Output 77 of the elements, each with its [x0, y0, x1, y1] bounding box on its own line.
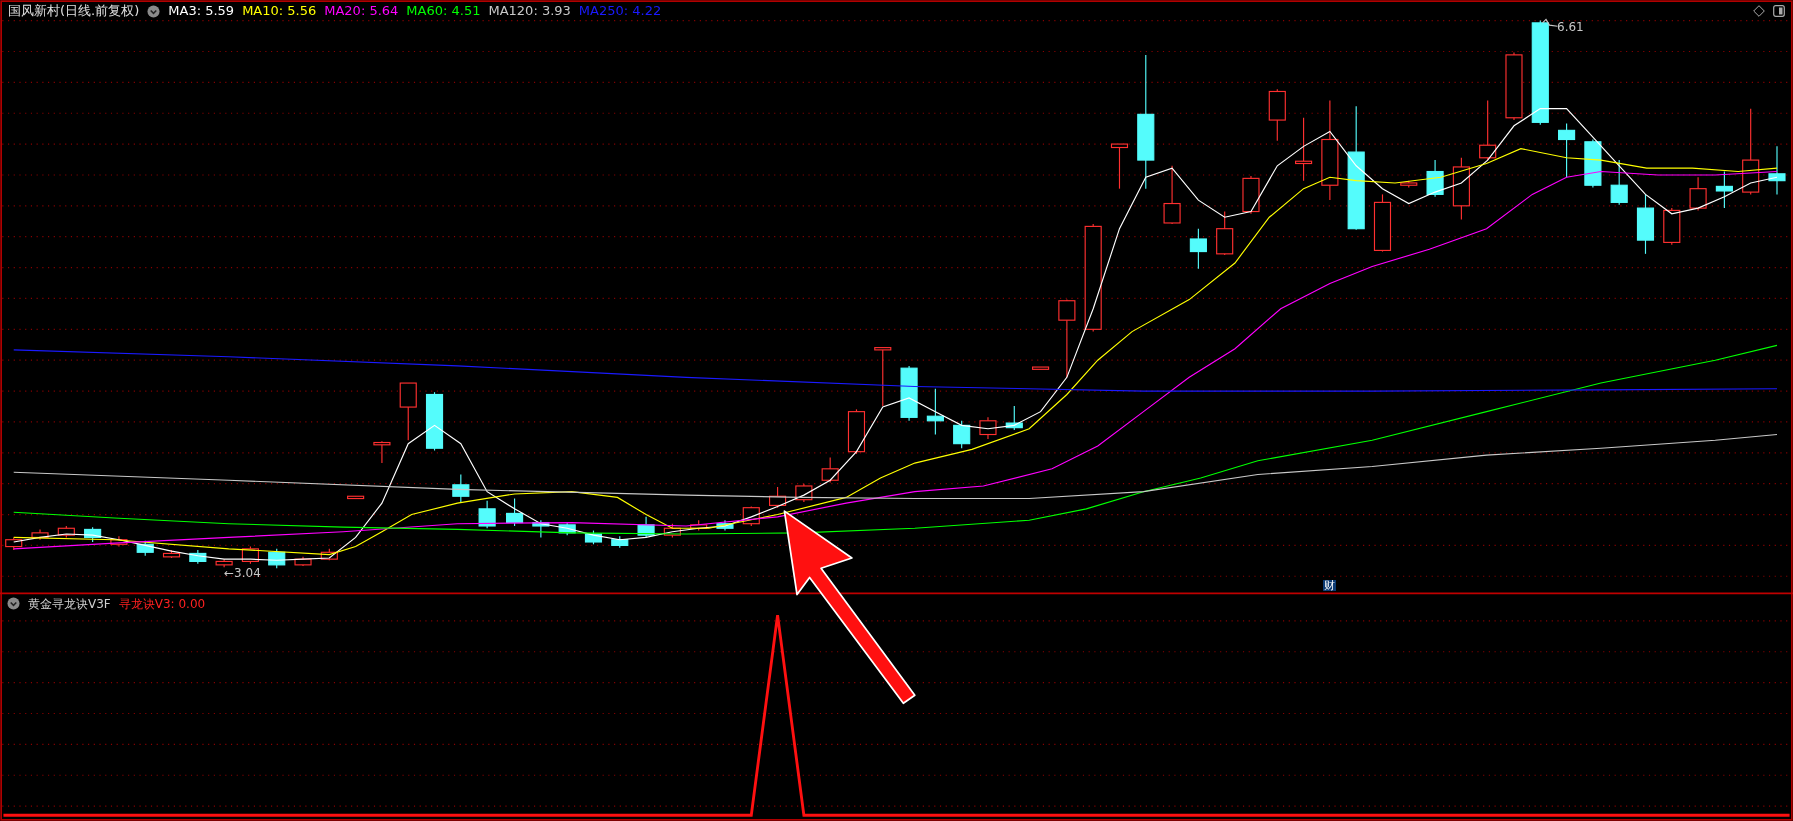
- candlestick: [1558, 122, 1576, 178]
- candlestick: [558, 522, 576, 536]
- candlestick: [84, 526, 102, 543]
- candlestick: [1689, 176, 1707, 211]
- candlestick: [162, 549, 181, 559]
- candlestick: [847, 408, 866, 455]
- candlestick: [926, 388, 944, 436]
- candlestick: [478, 500, 496, 529]
- candlestick: [399, 382, 417, 441]
- candlestick: [241, 546, 259, 565]
- candlestick: [294, 556, 312, 567]
- candlestick: [1452, 157, 1470, 221]
- candlestick: [452, 473, 470, 504]
- chart-title: 国风新村(日线.前复权): [8, 2, 140, 21]
- candlestick: [31, 528, 49, 541]
- candlestick: [506, 498, 524, 527]
- candlestick: [5, 536, 23, 551]
- candlestick: [1400, 180, 1418, 189]
- candlestick: [1242, 175, 1260, 215]
- indicator-value: MA3: 5.59: [168, 2, 235, 21]
- candlestick: [1610, 159, 1628, 206]
- candlestick: [795, 483, 813, 503]
- candlestick: [1426, 159, 1444, 198]
- price-label: ←3.04: [224, 567, 261, 579]
- candlestick: [637, 516, 655, 538]
- candlestick: [1636, 193, 1655, 255]
- candlestick: [584, 530, 603, 545]
- candlestick: [1216, 210, 1234, 256]
- candlestick: [1110, 143, 1129, 190]
- candlestick: [320, 548, 338, 561]
- candlestick: [979, 416, 997, 440]
- dropdown-icon[interactable]: [7, 597, 20, 610]
- indicator-value: MA20: 5.64: [324, 2, 399, 21]
- candlestick: [1268, 88, 1286, 142]
- candlestick: [690, 519, 708, 532]
- candlestick: [136, 540, 154, 557]
- candlestick: [215, 558, 233, 568]
- panel-toggle-icon[interactable]: [1773, 5, 1785, 17]
- candlestick: [347, 495, 365, 500]
- candlestick: [663, 523, 681, 538]
- candlestick: [1663, 207, 1681, 246]
- indicator-value: 寻龙诀V3: 0.00: [118, 597, 206, 610]
- candlestick: [532, 519, 550, 538]
- dropdown-icon[interactable]: [147, 4, 161, 18]
- candlestick: [1005, 405, 1023, 431]
- diamond-icon[interactable]: [1753, 5, 1765, 17]
- candlestick: [1032, 366, 1050, 370]
- candlestick: [189, 549, 207, 565]
- candlestick: [900, 365, 918, 422]
- candlestick: [268, 548, 286, 569]
- indicator-value: MA120: 3.93: [488, 2, 571, 21]
- price-label: 6.61: [1557, 21, 1584, 33]
- candlestick: [874, 347, 892, 407]
- candlestick: [1715, 170, 1733, 209]
- indicator-value: MA250: 4.22: [578, 2, 662, 21]
- candlestick: [110, 535, 128, 548]
- indicator-value: MA10: 5.56: [242, 2, 317, 21]
- candlestick: [821, 456, 839, 484]
- candlestick: [1373, 193, 1392, 253]
- candlestick: [373, 440, 391, 464]
- candlestick: [611, 535, 629, 549]
- leader-line: [1542, 18, 1558, 27]
- candlestick: [1768, 145, 1786, 195]
- candlestick: [953, 420, 971, 449]
- candlestick: [57, 525, 75, 538]
- candlestick: [1584, 138, 1602, 189]
- candlestick: [769, 486, 787, 509]
- candlestick: [1189, 228, 1207, 270]
- candlestick: [425, 391, 444, 452]
- candlestick: [1479, 100, 1497, 161]
- candlestick: [716, 519, 734, 532]
- candlestick: [1163, 165, 1181, 225]
- candlestick: [1505, 52, 1523, 121]
- candlestick: [1295, 117, 1313, 182]
- indicator-title: 黄金寻龙诀V3F: [28, 597, 111, 610]
- indicator-value: MA60: 4.51: [406, 2, 481, 21]
- event-marker: 财: [1323, 580, 1336, 591]
